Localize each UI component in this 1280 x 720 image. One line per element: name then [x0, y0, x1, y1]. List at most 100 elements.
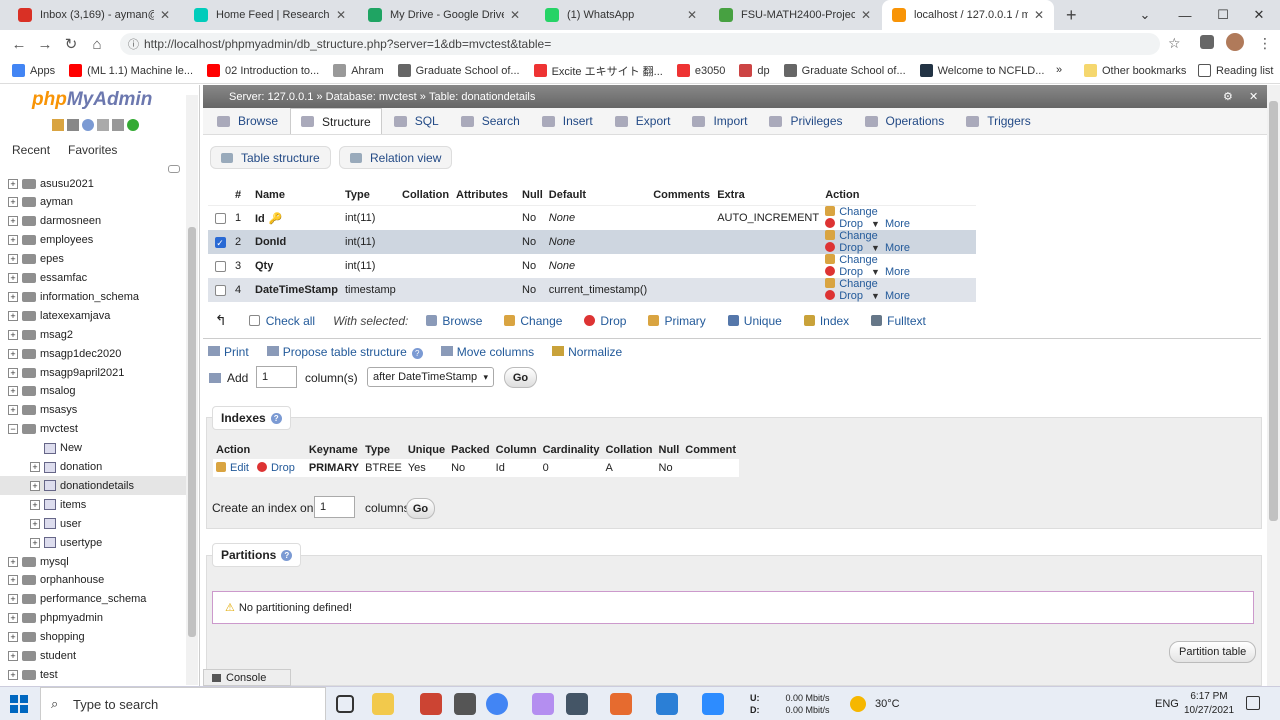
expand-icon[interactable]: + — [8, 613, 18, 624]
browser-tab[interactable]: (1) WhatsApp ✕ — [535, 0, 707, 30]
tab-favorites[interactable]: Favorites — [62, 141, 123, 159]
close-tab-icon[interactable]: ✕ — [336, 8, 346, 22]
database-item[interactable]: + msasys — [0, 401, 186, 420]
database-item[interactable]: + orphanhouse — [0, 571, 186, 590]
bookmark-item[interactable]: (ML 1.1) Machine le... — [69, 64, 193, 77]
main-scrollbar[interactable] — [1267, 85, 1280, 686]
with-selected-drop[interactable]: Drop — [584, 314, 626, 328]
profile-avatar[interactable] — [1226, 33, 1244, 51]
expand-icon[interactable]: + — [8, 651, 18, 661]
database-item[interactable]: + phpmyadmin — [0, 609, 186, 628]
console-bar[interactable]: Console — [203, 669, 291, 686]
more-button[interactable]: ▼ More — [871, 242, 910, 254]
more-bookmarks-icon[interactable]: » — [1056, 64, 1062, 76]
info-icon[interactable]: ⓘ — [128, 36, 139, 52]
print-link[interactable]: Print — [208, 345, 249, 359]
row-checkbox[interactable] — [214, 260, 226, 272]
expand-icon[interactable]: + — [30, 499, 40, 510]
clock[interactable]: 6:17 PM 10/27/2021 — [1184, 687, 1234, 720]
add-column-count-input[interactable]: 1 — [256, 366, 297, 388]
browser-tab[interactable]: localhost / 127.0.0.1 / mvct ✕ — [882, 0, 1054, 30]
home-icon[interactable]: ⌂ — [84, 36, 110, 53]
expand-icon[interactable]: + — [8, 594, 18, 605]
page-settings-icon[interactable]: ⚙ — [1223, 90, 1233, 103]
collapse-icon[interactable]: ✕ — [1249, 90, 1258, 103]
tab-operations[interactable]: Operations — [855, 108, 955, 134]
home-nav-icon[interactable] — [52, 119, 64, 131]
browser-tab[interactable]: FSU-MATH2400-Project6 - ✕ — [709, 0, 881, 30]
expand-icon[interactable]: + — [8, 348, 18, 359]
browser-tab[interactable]: My Drive - Google Drive ✕ — [358, 0, 530, 30]
link-icon[interactable] — [168, 165, 180, 173]
close-window-button[interactable]: ✕ — [1236, 0, 1280, 30]
drop-button[interactable]: Drop — [825, 266, 863, 278]
move-columns-link[interactable]: Move columns — [440, 345, 534, 359]
drop-index-button[interactable]: Drop — [256, 462, 295, 474]
breadcrumb-database[interactable]: Database: mvctest — [326, 91, 417, 103]
expand-icon[interactable]: + — [8, 367, 18, 378]
tab-export[interactable]: Export — [605, 108, 681, 134]
expand-icon[interactable]: + — [30, 480, 40, 491]
language-indicator[interactable]: ENG — [1155, 687, 1179, 720]
check-all-checkbox[interactable] — [248, 315, 260, 326]
database-item[interactable]: + darmosneen — [0, 212, 186, 231]
database-item[interactable]: + latexexamjava — [0, 306, 186, 325]
browser-tab[interactable]: Inbox (3,169) - ayman@fci ✕ — [8, 0, 180, 30]
edit-index-button[interactable]: Edit — [216, 462, 249, 474]
database-item[interactable]: + information_schema — [0, 287, 186, 306]
expand-icon[interactable]: + — [8, 197, 18, 208]
app-icon[interactable] — [420, 693, 442, 715]
close-tab-icon[interactable]: ✕ — [510, 8, 520, 22]
database-item[interactable]: + ayman — [0, 193, 186, 212]
expand-icon[interactable]: + — [8, 254, 18, 265]
row-checkbox[interactable]: ✓ — [214, 236, 226, 248]
breadcrumb-table[interactable]: Table: donationdetails — [429, 91, 535, 103]
expand-icon[interactable]: + — [8, 291, 18, 302]
help-icon[interactable] — [82, 119, 94, 131]
bookmark-item[interactable]: Graduate School of... — [783, 64, 906, 77]
drop-button[interactable]: Drop — [825, 242, 863, 254]
bookmark-item[interactable]: dp — [739, 64, 770, 77]
task-view-icon[interactable] — [336, 695, 354, 713]
expand-icon[interactable]: + — [8, 216, 18, 227]
row-checkbox[interactable] — [214, 212, 226, 224]
change-button[interactable]: Change — [825, 206, 878, 218]
normalize-link[interactable]: Normalize — [552, 345, 622, 359]
collapse-icon[interactable]: − — [8, 424, 18, 435]
tab-import[interactable]: Import — [682, 108, 757, 134]
expand-icon[interactable]: + — [8, 632, 18, 643]
app-icon[interactable] — [454, 693, 476, 715]
breadcrumb-server[interactable]: Server: 127.0.0.1 — [229, 91, 313, 103]
notifications-icon[interactable] — [1246, 696, 1260, 710]
expand-icon[interactable]: + — [8, 235, 18, 246]
expand-icon[interactable]: + — [30, 518, 40, 529]
more-button[interactable]: ▼ More — [871, 218, 910, 230]
tab-recent[interactable]: Recent — [6, 141, 56, 159]
weather-icon[interactable] — [850, 696, 866, 712]
table-item[interactable]: + items — [0, 495, 186, 514]
database-item[interactable]: + student — [0, 647, 186, 666]
database-item[interactable]: − mvctest — [0, 420, 186, 439]
expand-icon[interactable]: + — [8, 329, 18, 340]
bookmark-item[interactable]: Excite エキサイト 翻... — [533, 63, 663, 79]
create-index-count-input[interactable]: 1 — [314, 496, 355, 518]
browser-tab[interactable]: Home Feed | ResearchGate ✕ — [184, 0, 356, 30]
bookmark-item[interactable]: Apps — [12, 64, 55, 77]
chrome-menu-icon[interactable]: ⋮ — [1258, 35, 1272, 52]
table-item[interactable]: + donationdetails — [0, 476, 186, 496]
tab-table-structure[interactable]: Table structure — [210, 146, 331, 169]
database-item[interactable]: + msag2 — [0, 325, 186, 344]
help-icon[interactable]: ? — [270, 412, 282, 424]
tab-privileges[interactable]: Privileges — [759, 108, 852, 134]
database-item[interactable]: + asusu2021 — [0, 174, 186, 193]
tab-relation-view[interactable]: Relation view — [339, 146, 453, 169]
expand-icon[interactable]: + — [8, 556, 18, 567]
tab-browse[interactable]: Browse — [207, 108, 288, 134]
change-button[interactable]: Change — [825, 278, 878, 290]
propose-structure-link[interactable]: Propose table structure? — [266, 345, 423, 359]
close-tab-icon[interactable]: ✕ — [687, 8, 697, 22]
table-item[interactable]: + user — [0, 514, 186, 533]
with-selected-fulltext[interactable]: Fulltext — [871, 314, 926, 328]
database-item[interactable]: + epes — [0, 250, 186, 269]
with-selected-change[interactable]: Change — [504, 314, 562, 328]
